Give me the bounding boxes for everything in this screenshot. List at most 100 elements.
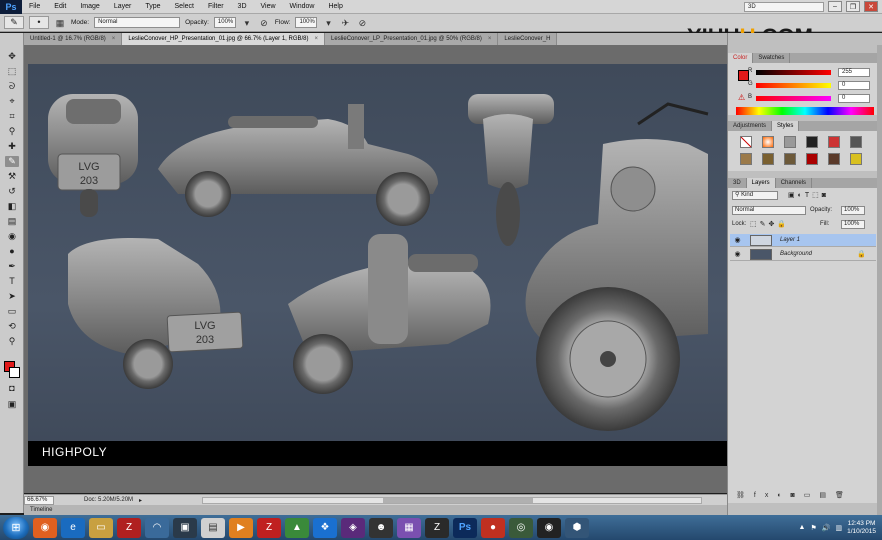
flow-dropdown-icon[interactable]: ▾: [322, 17, 334, 29]
app-icon[interactable]: ◉: [537, 517, 561, 538]
shape-tool-icon[interactable]: ▭: [5, 306, 19, 317]
brush-panel-icon[interactable]: ▦: [54, 17, 66, 29]
layer-footer-icons[interactable]: ⛓fx◐◙▭▤🗑: [736, 491, 853, 499]
menu-3d[interactable]: 3D: [231, 3, 254, 10]
tab-color[interactable]: Color: [728, 53, 754, 63]
blend-mode-select[interactable]: Normal: [732, 206, 806, 215]
start-button[interactable]: ⊞: [3, 516, 29, 539]
style-swatch[interactable]: [762, 136, 774, 148]
tab-3d[interactable]: 3D: [728, 178, 747, 188]
opacity-field[interactable]: 100%: [213, 17, 236, 28]
menu-help[interactable]: Help: [321, 3, 349, 10]
style-swatch[interactable]: [784, 153, 796, 165]
visibility-eye-icon[interactable]: ◉: [733, 250, 742, 259]
zbrush-icon[interactable]: Z: [425, 517, 449, 538]
dodge-tool-icon[interactable]: ●: [5, 246, 19, 257]
minimize-button[interactable]: –: [828, 1, 842, 12]
mode-select[interactable]: Normal: [94, 17, 181, 28]
app-icon[interactable]: ⬢: [565, 517, 589, 538]
app-icon[interactable]: ▲: [285, 517, 309, 538]
menu-edit[interactable]: Edit: [47, 3, 73, 10]
fill-field[interactable]: 100%: [841, 220, 865, 229]
app-icon[interactable]: ◎: [509, 517, 533, 538]
pen-tool-icon[interactable]: ✒: [5, 261, 19, 272]
tab-overflow[interactable]: LeslieConover_H: [498, 33, 558, 45]
filezilla-icon[interactable]: Z: [257, 517, 281, 538]
filezilla-icon[interactable]: Z: [117, 517, 141, 538]
clock[interactable]: 12:43 PM 1/10/2015: [847, 520, 876, 536]
style-swatch[interactable]: [806, 153, 818, 165]
notepad-icon[interactable]: ▤: [201, 517, 225, 538]
crop-tool-icon[interactable]: ⌗: [5, 111, 19, 122]
brush-size-picker[interactable]: •: [29, 16, 49, 29]
quick-select-tool-icon[interactable]: ⌖: [5, 96, 19, 107]
workspace-select[interactable]: 3D: [744, 1, 824, 12]
opacity-dropdown-icon[interactable]: ▾: [241, 17, 253, 29]
green-slider[interactable]: G: [748, 81, 831, 89]
restore-button[interactable]: ❐: [846, 1, 860, 12]
pressure-size-icon[interactable]: ⊘: [356, 17, 368, 29]
style-swatch[interactable]: [828, 136, 840, 148]
eyedropper-tool-icon[interactable]: ⚲: [5, 126, 19, 137]
lock-icons[interactable]: ⬚✎✥🔒: [750, 220, 789, 228]
screen-mode-icon[interactable]: ▣: [5, 399, 19, 410]
lasso-tool-icon[interactable]: ᘐ: [5, 81, 19, 92]
airbrush-icon[interactable]: ✈: [339, 17, 351, 29]
clone-stamp-tool-icon[interactable]: ⚒: [5, 171, 19, 182]
zoom-tool-icon[interactable]: ⚲: [5, 336, 19, 347]
menu-view[interactable]: View: [254, 3, 283, 10]
internet-explorer-icon[interactable]: e: [61, 517, 85, 538]
menu-file[interactable]: File: [22, 3, 47, 10]
tab-adjustments[interactable]: Adjustments: [728, 121, 773, 131]
firefox-icon[interactable]: ◉: [33, 517, 57, 538]
scrollbar-thumb[interactable]: [383, 497, 534, 503]
media-player-icon[interactable]: ▶: [229, 517, 253, 538]
menu-window[interactable]: Window: [283, 3, 322, 10]
menu-image[interactable]: Image: [73, 3, 106, 10]
status-menu-arrow-icon[interactable]: ▸: [139, 497, 142, 504]
layer-opacity-field[interactable]: 100%: [841, 206, 865, 215]
style-swatch[interactable]: [740, 153, 752, 165]
blur-tool-icon[interactable]: ◉: [5, 231, 19, 242]
photoshop-taskbar-icon[interactable]: Ps: [453, 517, 477, 538]
background-color-swatch[interactable]: [9, 367, 20, 378]
app-icon[interactable]: ●: [481, 517, 505, 538]
3d-rotate-tool-icon[interactable]: ⟲: [5, 321, 19, 332]
green-value[interactable]: 0: [838, 81, 870, 90]
layer-name[interactable]: Layer 1: [780, 237, 800, 243]
blue-value[interactable]: 0: [838, 94, 870, 103]
path-select-tool-icon[interactable]: ➤: [5, 291, 19, 302]
app-icon[interactable]: ◠: [145, 517, 169, 538]
move-tool-icon[interactable]: ✥: [5, 51, 19, 62]
tab-channels[interactable]: Channels: [776, 178, 813, 188]
layer-row-background[interactable]: ◉ Background 🔒: [730, 248, 876, 261]
marquee-tool-icon[interactable]: ⬚: [5, 66, 19, 77]
document-canvas[interactable]: LVG 203 LVG 203 HIGHPOLY: [28, 64, 727, 466]
brush-tool-icon[interactable]: ✎: [5, 156, 19, 167]
layer-filter-icons[interactable]: ▣◐T⬚◙: [788, 191, 829, 199]
layer-filter-select[interactable]: ⚲ Kind: [732, 191, 778, 200]
history-brush-tool-icon[interactable]: ↺: [5, 186, 19, 197]
visibility-eye-icon[interactable]: ◉: [733, 236, 742, 245]
brush-preset-icon[interactable]: ✎: [4, 16, 24, 29]
close-tab-icon[interactable]: ×: [112, 36, 116, 42]
menu-select[interactable]: Select: [168, 3, 201, 10]
healing-tool-icon[interactable]: ✚: [5, 141, 19, 152]
doc-size-info[interactable]: Doc: 5.20M/5.20M: [84, 497, 133, 503]
canvas-area[interactable]: LVG 203 LVG 203 HIGHPOLY: [24, 45, 727, 493]
red-slider[interactable]: R: [748, 68, 831, 76]
style-swatch[interactable]: [806, 136, 818, 148]
style-swatch[interactable]: [850, 153, 862, 165]
gradient-tool-icon[interactable]: ▤: [5, 216, 19, 227]
style-swatch[interactable]: [850, 136, 862, 148]
menu-type[interactable]: Type: [138, 3, 167, 10]
tab-layers[interactable]: Layers: [746, 178, 776, 188]
tab-hp-presentation[interactable]: LeslieConover_HP_Presentation_01.jpg @ 6…: [122, 33, 326, 45]
layer-name[interactable]: Background: [780, 251, 812, 257]
style-swatch[interactable]: [784, 136, 796, 148]
tab-swatches[interactable]: Swatches: [753, 53, 791, 63]
pressure-opacity-icon[interactable]: ⊘: [258, 17, 270, 29]
style-swatch[interactable]: [762, 153, 774, 165]
quick-mask-icon[interactable]: ◘: [5, 383, 19, 394]
zoom-field[interactable]: 66.67%: [24, 495, 54, 505]
